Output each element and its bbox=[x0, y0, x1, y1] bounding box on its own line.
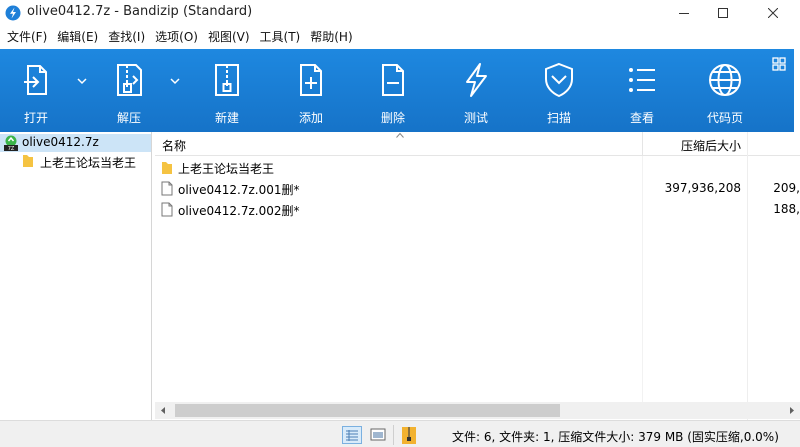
list-item[interactable]: 上老王论坛当老王 bbox=[155, 157, 800, 178]
toolbar: 打开 解压 新建 添加 删除 测试 扫描 查看 代码页 bbox=[0, 49, 794, 132]
menu-file[interactable]: 文件(F) bbox=[2, 26, 52, 48]
delete-label: 删除 bbox=[380, 111, 405, 125]
lightning-icon bbox=[466, 63, 487, 97]
preview-pane-icon bbox=[370, 428, 386, 441]
folder-icon bbox=[23, 155, 33, 167]
tree-root-label: olive0412.7z bbox=[22, 135, 99, 149]
open-icon bbox=[24, 65, 47, 95]
status-divider bbox=[393, 425, 394, 445]
list-item-name: olive0412.7z.002删* bbox=[178, 204, 300, 218]
test-label: 测试 bbox=[463, 111, 488, 125]
codepage-label: 代码页 bbox=[706, 111, 743, 125]
extract-dropdown-icon[interactable] bbox=[170, 77, 180, 85]
test-button[interactable]: 测试 bbox=[444, 49, 508, 132]
menu-find[interactable]: 查找(I) bbox=[103, 26, 150, 48]
extract-icon bbox=[117, 64, 142, 96]
new-archive-button[interactable]: 新建 bbox=[195, 49, 259, 132]
close-button[interactable] bbox=[750, 0, 796, 26]
menu-help[interactable]: 帮助(H) bbox=[305, 26, 357, 48]
extract-button[interactable]: 解压 bbox=[97, 49, 161, 132]
7z-archive-icon: 7Z bbox=[4, 135, 18, 151]
folder-tree: 7Z olive0412.7z 上老王论坛当老王 bbox=[0, 132, 152, 420]
scan-label: 扫描 bbox=[546, 111, 571, 125]
list-item-original-size: 209, bbox=[773, 181, 800, 195]
open-label: 打开 bbox=[23, 111, 48, 125]
status-bar: 文件: 6, 文件夹: 1, 压缩文件大小: 379 MB (固实压缩,0.0%… bbox=[0, 420, 800, 447]
list-item[interactable]: olive0412.7z.001删* 397,936,208 209, bbox=[155, 178, 800, 199]
scrollbar-thumb[interactable] bbox=[175, 404, 560, 417]
column-header-packed-size[interactable]: 压缩后大小 bbox=[645, 137, 741, 154]
list-header: 名称 压缩后大小 bbox=[155, 132, 800, 156]
menu-options[interactable]: 选项(O) bbox=[150, 26, 203, 48]
title-bar: olive0412.7z - Bandizip (Standard) bbox=[0, 0, 800, 26]
list-item[interactable]: olive0412.7z.002删* 188, bbox=[155, 199, 800, 220]
file-icon bbox=[161, 202, 173, 217]
add-button[interactable]: 添加 bbox=[279, 49, 343, 132]
scroll-right-arrow-icon[interactable] bbox=[783, 402, 800, 419]
scroll-left-arrow-icon[interactable] bbox=[155, 402, 172, 419]
list-item-name: olive0412.7z.001删* bbox=[178, 183, 300, 197]
scan-button[interactable]: 扫描 bbox=[527, 49, 591, 132]
details-view-icon bbox=[346, 430, 358, 441]
folder-icon bbox=[162, 162, 172, 174]
delete-button[interactable]: 删除 bbox=[361, 49, 425, 132]
preview-pane-button[interactable] bbox=[368, 426, 388, 444]
maximize-button[interactable] bbox=[700, 0, 746, 26]
list-item-packed-size: 397,936,208 bbox=[664, 181, 741, 195]
list-item-original-size: 188, bbox=[773, 202, 800, 216]
menu-bar: 文件(F) 编辑(E) 查找(I) 选项(O) 视图(V) 工具(T) 帮助(H… bbox=[0, 26, 800, 48]
add-file-icon bbox=[300, 64, 322, 96]
minimize-icon bbox=[679, 13, 689, 14]
bandizip-app-icon[interactable] bbox=[5, 5, 21, 21]
new-archive-icon bbox=[215, 64, 239, 96]
tree-folder-label: 上老王论坛当老王 bbox=[40, 156, 137, 170]
svg-text:7Z: 7Z bbox=[8, 146, 15, 151]
open-button[interactable]: 打开 bbox=[4, 49, 68, 132]
maximize-icon bbox=[718, 8, 728, 18]
open-dropdown-icon[interactable] bbox=[77, 77, 87, 85]
column-header-name[interactable]: 名称 bbox=[162, 137, 186, 154]
view-label: 查看 bbox=[629, 111, 654, 125]
menu-view[interactable]: 视图(V) bbox=[203, 26, 255, 48]
codepage-button[interactable]: 代码页 bbox=[693, 49, 757, 132]
zip-archive-icon bbox=[402, 427, 416, 444]
globe-icon bbox=[709, 64, 741, 96]
list-item-name: 上老王论坛当老王 bbox=[178, 162, 275, 176]
grid-layout-icon[interactable] bbox=[772, 57, 786, 71]
extract-label: 解压 bbox=[116, 111, 141, 125]
column-divider[interactable] bbox=[642, 132, 643, 156]
details-view-button[interactable] bbox=[342, 426, 362, 444]
menu-edit[interactable]: 编辑(E) bbox=[52, 26, 103, 48]
close-icon bbox=[768, 8, 778, 18]
window-title: olive0412.7z - Bandizip (Standard) bbox=[27, 4, 253, 19]
list-view-icon bbox=[629, 68, 655, 92]
tree-item-archive-root[interactable]: 7Z olive0412.7z bbox=[0, 134, 151, 152]
shield-icon bbox=[545, 62, 573, 98]
delete-file-icon bbox=[382, 64, 404, 96]
file-list: 名称 压缩后大小 上老王论坛当老王 olive0412.7z.001删* 397… bbox=[155, 132, 800, 420]
view-button[interactable]: 查看 bbox=[610, 49, 674, 132]
menu-tools[interactable]: 工具(T) bbox=[255, 26, 306, 48]
new-archive-label: 新建 bbox=[214, 111, 239, 125]
file-icon bbox=[161, 181, 173, 196]
add-label: 添加 bbox=[298, 111, 323, 125]
horizontal-scrollbar[interactable] bbox=[155, 402, 800, 419]
sort-ascending-icon bbox=[396, 132, 404, 138]
status-text: 文件: 6, 文件夹: 1, 压缩文件大小: 379 MB (固实压缩,0.0%… bbox=[452, 430, 779, 444]
